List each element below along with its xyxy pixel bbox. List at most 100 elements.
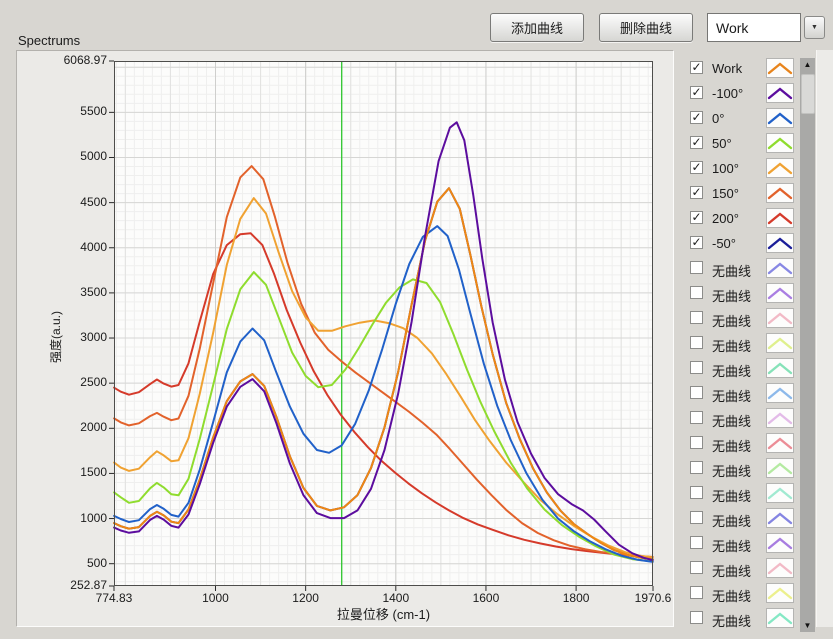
plot-area[interactable] <box>114 61 653 586</box>
curve-style-icon <box>767 159 793 177</box>
legend-color-sample[interactable] <box>766 333 794 353</box>
legend-label: 无曲线 <box>712 511 751 530</box>
legend-color-sample[interactable] <box>766 208 794 228</box>
curve-style-icon <box>767 534 793 552</box>
legend-label: 50° <box>712 136 732 151</box>
legend-color-sample[interactable] <box>766 233 794 253</box>
legend-color-sample[interactable] <box>766 83 794 103</box>
plot-legend: ✓Work✓-100°✓0°✓50°✓100°✓150°✓200°✓-50°无曲… <box>684 58 816 633</box>
legend-checkbox-checked[interactable]: ✓ <box>690 136 703 149</box>
scrollbar-thumb[interactable] <box>801 74 815 114</box>
x-tick-label: 1600 <box>454 591 518 605</box>
legend-row: 无曲线 <box>684 508 816 530</box>
legend-checkbox-unchecked[interactable] <box>690 261 703 274</box>
legend-checkbox-unchecked[interactable] <box>690 511 703 524</box>
legend-color-sample[interactable] <box>766 358 794 378</box>
legend-color-sample[interactable] <box>766 458 794 478</box>
legend-row: 无曲线 <box>684 408 816 430</box>
y-tick-label: 1500 <box>17 465 107 479</box>
legend-label: 100° <box>712 161 739 176</box>
curve-style-icon <box>767 109 793 127</box>
legend-checkbox-unchecked[interactable] <box>690 461 703 474</box>
graph-widget: 6068.97550050004500400035003000250020001… <box>16 50 674 627</box>
legend-color-sample[interactable] <box>766 508 794 528</box>
curve-style-icon <box>767 359 793 377</box>
legend-checkbox-checked[interactable]: ✓ <box>690 86 703 99</box>
legend-color-sample[interactable] <box>766 58 794 78</box>
curve-style-icon <box>767 334 793 352</box>
legend-checkbox-unchecked[interactable] <box>690 561 703 574</box>
legend-label: 无曲线 <box>712 536 751 555</box>
legend-checkbox-unchecked[interactable] <box>690 411 703 424</box>
legend-checkbox-unchecked[interactable] <box>690 436 703 449</box>
scroll-down-icon[interactable]: ▼ <box>800 619 815 632</box>
legend-checkbox-unchecked[interactable] <box>690 486 703 499</box>
legend-color-sample[interactable] <box>766 133 794 153</box>
legend-checkbox-checked[interactable]: ✓ <box>690 111 703 124</box>
y-tick-label: 4500 <box>17 195 107 209</box>
legend-checkbox-unchecked[interactable] <box>690 386 703 399</box>
x-tick-label: 1800 <box>544 591 608 605</box>
legend-color-sample[interactable] <box>766 558 794 578</box>
legend-row: ✓ -50° <box>684 233 816 255</box>
legend-color-sample[interactable] <box>766 158 794 178</box>
y-tick-label: 2000 <box>17 420 107 434</box>
app-window: Spectrums 添加曲线 删除曲线 Work ▼ 6068.97550050… <box>0 0 833 639</box>
add-curve-button[interactable]: 添加曲线 <box>490 13 584 42</box>
delete-curve-button[interactable]: 删除曲线 <box>599 13 693 42</box>
legend-color-sample[interactable] <box>766 108 794 128</box>
legend-checkbox-unchecked[interactable] <box>690 336 703 349</box>
curve-style-icon <box>767 434 793 452</box>
legend-color-sample[interactable] <box>766 433 794 453</box>
legend-checkbox-checked[interactable]: ✓ <box>690 186 703 199</box>
legend-row: 无曲线 <box>684 483 816 505</box>
curve-style-icon <box>767 84 793 102</box>
legend-checkbox-unchecked[interactable] <box>690 311 703 324</box>
legend-color-sample[interactable] <box>766 258 794 278</box>
x-tick-label: 774.83 <box>82 591 146 605</box>
legend-label: 无曲线 <box>712 411 751 430</box>
legend-color-sample[interactable] <box>766 408 794 428</box>
legend-color-sample[interactable] <box>766 583 794 603</box>
legend-scrollbar[interactable]: ▲ ▼ <box>800 58 815 632</box>
legend-row: 无曲线 <box>684 283 816 305</box>
legend-checkbox-checked[interactable]: ✓ <box>690 161 703 174</box>
curve-selector-arrow-button[interactable]: ▼ <box>804 16 825 39</box>
legend-row: ✓ 100° <box>684 158 816 180</box>
legend-label: -50° <box>712 236 736 251</box>
curve-style-icon <box>767 609 793 627</box>
legend-label: 无曲线 <box>712 286 751 305</box>
curve-style-icon <box>767 284 793 302</box>
legend-color-sample[interactable] <box>766 533 794 553</box>
y-tick-label: 1000 <box>17 511 107 525</box>
y-tick-label: 6068.97 <box>17 53 107 67</box>
legend-color-sample[interactable] <box>766 608 794 628</box>
legend-checkbox-unchecked[interactable] <box>690 586 703 599</box>
y-tick-label: 2500 <box>17 375 107 389</box>
legend-label: 无曲线 <box>712 261 751 280</box>
legend-label: 无曲线 <box>712 436 751 455</box>
curve-style-icon <box>767 309 793 327</box>
legend-row: 无曲线 <box>684 558 816 580</box>
legend-row: 无曲线 <box>684 533 816 555</box>
legend-checkbox-checked[interactable]: ✓ <box>690 61 703 74</box>
legend-checkbox-checked[interactable]: ✓ <box>690 236 703 249</box>
curve-selector[interactable]: Work <box>707 13 801 42</box>
legend-row: 无曲线 <box>684 583 816 605</box>
legend-checkbox-unchecked[interactable] <box>690 536 703 549</box>
legend-color-sample[interactable] <box>766 483 794 503</box>
legend-checkbox-unchecked[interactable] <box>690 611 703 624</box>
legend-label: 无曲线 <box>712 336 751 355</box>
scroll-up-icon[interactable]: ▲ <box>800 58 815 71</box>
legend-color-sample[interactable] <box>766 308 794 328</box>
legend-checkbox-unchecked[interactable] <box>690 361 703 374</box>
legend-checkbox-unchecked[interactable] <box>690 286 703 299</box>
legend-label: 无曲线 <box>712 386 751 405</box>
legend-row: 无曲线 <box>684 608 816 630</box>
legend-color-sample[interactable] <box>766 383 794 403</box>
legend-color-sample[interactable] <box>766 283 794 303</box>
legend-checkbox-checked[interactable]: ✓ <box>690 211 703 224</box>
legend-label: 150° <box>712 186 739 201</box>
legend-label: 0° <box>712 111 724 126</box>
legend-color-sample[interactable] <box>766 183 794 203</box>
